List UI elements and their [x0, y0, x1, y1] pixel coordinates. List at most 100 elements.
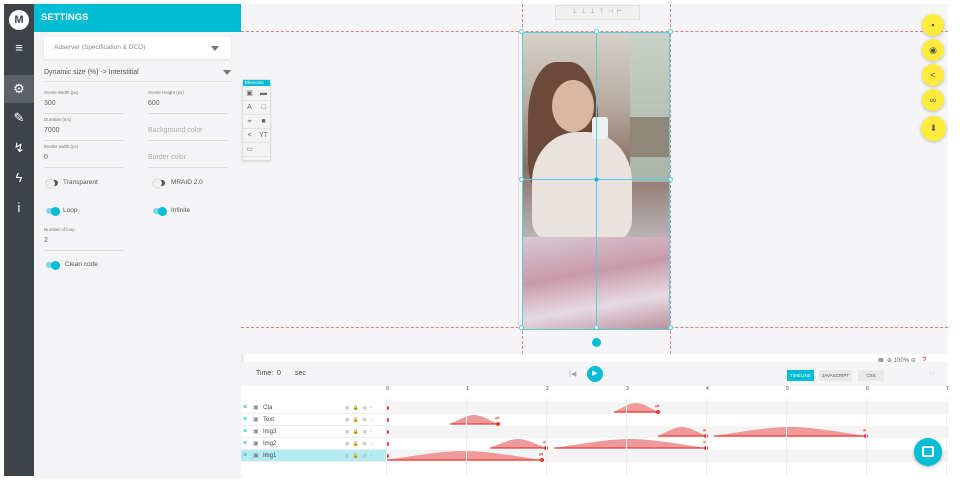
image-icon: ▣ — [253, 429, 259, 435]
time-gridline — [386, 398, 387, 476]
info-icon[interactable]: i — [4, 194, 34, 222]
layer-row-img2[interactable]: ≡ ▣ Img2 ◉ 🔒 ◉ ▪ — [241, 438, 386, 450]
resize-handle[interactable] — [668, 325, 673, 330]
shape-icon[interactable]: □ — [257, 101, 270, 115]
resize-handle[interactable] — [668, 177, 673, 182]
video-icon[interactable]: ■ — [257, 115, 270, 129]
menu-icon[interactable]: ≡ — [4, 34, 34, 62]
play-button[interactable]: ▶ — [587, 366, 603, 382]
tab-javascript[interactable]: JAVASCRIPT — [819, 370, 853, 381]
save-icon[interactable]: ▪ — [922, 14, 944, 36]
timeline-curves: ⇄⇄⇄ ⇄⇄ ⇄⇄ — [386, 403, 868, 462]
image-icon[interactable]: ▣ — [243, 87, 256, 101]
link-icon[interactable]: ∞ — [922, 89, 944, 111]
keyframe-end[interactable] — [540, 458, 544, 462]
nav-rail: M ≡ ⚙ ✎ ↯ ϟ i — [4, 4, 34, 476]
easing-arrows-icon[interactable]: ⇄ — [495, 416, 499, 422]
drag-handle-icon[interactable]: ≡ — [243, 414, 247, 426]
size-select[interactable]: Dynamic size (%) -> Interstitial — [44, 66, 231, 82]
keyframe-end[interactable] — [496, 422, 500, 426]
border-width-label: Border width (px) — [44, 144, 79, 149]
time-gridline — [706, 398, 707, 476]
mraid-label: MRAID 2.0 — [171, 179, 203, 186]
resize-handle[interactable] — [519, 177, 524, 182]
loop-count-value: 2 — [44, 237, 48, 244]
duration-field[interactable]: Duration (ms) 7000 — [44, 117, 124, 141]
layer-row-text[interactable]: ≡ ▣ Text ◉ 🔒 ◉ ▪ — [241, 414, 386, 426]
layer-actions-icon[interactable]: ◉ 🔒 ◉ ▪ — [345, 414, 373, 426]
settings-panel: SETTINGS Adserver (Specification & DCO) … — [34, 4, 241, 476]
share-icon[interactable]: < — [922, 64, 944, 86]
rotate-handle[interactable] — [592, 338, 601, 347]
bolt-icon[interactable]: ϟ — [4, 164, 34, 192]
easing-curve[interactable] — [658, 427, 706, 436]
layer-actions-icon[interactable]: ◉ 🔒 ◉ ▪ — [345, 426, 373, 438]
gear-icon[interactable]: ⚙ — [4, 75, 34, 103]
keyframe-end[interactable] — [656, 410, 660, 414]
button-icon[interactable]: ⌖ — [243, 115, 256, 129]
download-icon[interactable]: ⬇ — [921, 116, 946, 141]
text-icon[interactable]: A — [243, 101, 256, 115]
loop-count-field[interactable]: Number of loop 2 — [44, 227, 124, 251]
drag-handle-icon[interactable]: ≡ — [243, 426, 247, 438]
drag-handle-icon[interactable]: ≡ — [243, 450, 247, 462]
resize-handle[interactable] — [668, 29, 673, 34]
eye-icon[interactable]: ◉ — [922, 39, 944, 61]
layer-row-img3[interactable]: ≡ ▣ Img3 ◉ 🔒 ◉ ▪ — [241, 426, 386, 438]
easing-arrows-icon[interactable]: ⇄ — [539, 452, 543, 458]
resize-handle[interactable] — [594, 29, 599, 34]
chat-button[interactable] — [914, 438, 942, 466]
drag-handle-icon[interactable]: ≡ — [243, 438, 247, 450]
center-handle[interactable] — [594, 177, 599, 182]
app-logo[interactable]: M — [9, 10, 29, 30]
gallery-icon[interactable]: ▬ — [257, 87, 270, 101]
adserver-select[interactable]: Adserver (Specification & DCO) — [44, 37, 231, 59]
pencil-icon[interactable]: ✎ — [4, 104, 34, 132]
tab-css[interactable]: CSS — [858, 370, 884, 381]
adserver-select-value: Adserver (Specification & DCO) — [54, 44, 146, 51]
border-color-field[interactable]: Border color — [148, 144, 228, 168]
scene-height-label: Scene Height (px) — [148, 90, 185, 95]
resize-handle[interactable] — [519, 325, 524, 330]
loop-toggle[interactable] — [46, 206, 60, 216]
align-toolbar[interactable]: ⊥ ⊥ ⊥ ⊤ ⊣ ⊢ — [555, 5, 640, 20]
drag-handle-icon[interactable]: ≡ — [243, 402, 247, 414]
infinite-toggle[interactable] — [153, 206, 167, 216]
easing-curve[interactable] — [490, 439, 546, 448]
easing-curve[interactable] — [714, 427, 866, 436]
easing-curve[interactable] — [450, 415, 498, 424]
easing-arrows-icon[interactable]: ⇄ — [655, 404, 659, 410]
resize-handle[interactable] — [519, 29, 524, 34]
collapse-icon[interactable]: ▭ — [929, 370, 935, 377]
loop-label: Loop — [63, 207, 78, 214]
layer-row-img1[interactable]: ≡ ▣ Img1 ◉ 🔒 ◉ ▪ — [241, 450, 386, 462]
border-width-field[interactable]: Border width (px) 0 — [44, 144, 124, 168]
tab-timeline[interactable]: TIMELINE — [787, 370, 814, 381]
clean-code-toggle[interactable] — [46, 260, 60, 270]
time-gridline — [626, 398, 627, 476]
scene-height-field[interactable]: Scene Height (px) 600 — [148, 90, 228, 114]
transparent-toggle[interactable] — [46, 178, 58, 188]
resize-handle[interactable] — [594, 325, 599, 330]
skip-back-icon[interactable]: |◀ — [569, 370, 576, 378]
layer-name: Cta — [263, 405, 273, 411]
youtube-icon[interactable]: YT — [257, 129, 270, 143]
time-unit: sec — [295, 370, 306, 377]
mraid-toggle[interactable] — [153, 178, 165, 188]
layer-row-cta[interactable]: ≡ ▣ Cta ◉ 🔒 ◉ ▪ — [241, 402, 386, 414]
frame-icon[interactable]: ▭ — [243, 143, 256, 157]
layer-actions-icon[interactable]: ◉ 🔒 ◉ ▪ — [345, 450, 373, 462]
share-icon[interactable]: < — [243, 129, 256, 143]
loop-count-label: Number of loop — [44, 227, 75, 232]
easing-curve[interactable] — [386, 451, 542, 460]
animation-icon[interactable]: ↯ — [4, 134, 34, 162]
layer-actions-icon[interactable]: ◉ 🔒 ◉ ▪ — [345, 438, 373, 450]
scene-width-field[interactable]: Scene Width (px) 300 — [44, 90, 124, 114]
easing-curve[interactable] — [614, 403, 658, 412]
design-stage[interactable]: ⊥ ⊥ ⊥ ⊤ ⊣ ⊢ — [241, 4, 948, 354]
background-color-field[interactable]: Background color — [148, 117, 228, 141]
layer-actions-icon[interactable]: ◉ 🔒 ◉ ▪ — [345, 402, 373, 414]
vertical-ruler — [513, 32, 519, 330]
time-gridline — [466, 398, 467, 476]
easing-curve[interactable] — [554, 439, 706, 448]
